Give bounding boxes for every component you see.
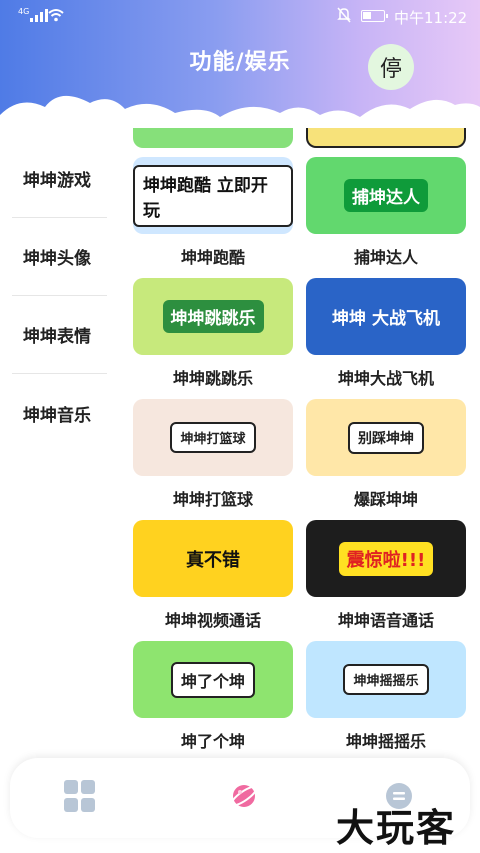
card-caption: 坤坤打篮球 [172, 490, 253, 509]
status-bar: 4G 中午11:22 [0, 0, 480, 32]
mute-bell-icon [337, 7, 351, 27]
network-label: 4G [18, 7, 30, 16]
card-caption: 坤坤跑酷 [180, 248, 245, 267]
thumb-text: 坤坤打篮球 [170, 422, 256, 453]
feature-card[interactable]: 别踩坤坤 爆踩坤坤 [306, 399, 466, 520]
feature-card[interactable]: 坤坤跑酷 立即开玩 坤坤跑酷 [133, 157, 293, 278]
card-thumbnail: 真不错 [133, 520, 293, 597]
thumb-text: 捕坤达人 [344, 179, 428, 212]
thumb-text: 坤了个坤 [170, 661, 255, 698]
thumb-text: 坤坤跳跳乐 [162, 300, 264, 333]
header: 4G 中午11:22 功能/娱乐 停 [0, 0, 480, 135]
thumb-text: 坤坤 大战飞机 [332, 309, 440, 329]
card-thumbnail: 捕坤达人 [306, 157, 466, 234]
category-sidebar: 坤坤游戏 坤坤头像 坤坤表情 坤坤音乐 [12, 140, 107, 452]
grid-icon[interactable] [63, 780, 95, 812]
card-caption: 坤坤跳跳乐 [172, 369, 253, 388]
card-caption: 坤坤大战飞机 [337, 369, 434, 388]
feature-card[interactable]: 坤坤跳跳乐 坤坤跳跳乐 [133, 278, 293, 399]
card-thumbnail: 坤坤 大战飞机 [306, 278, 466, 355]
cloud-decoration [0, 95, 480, 135]
card-thumbnail: 震惊啦!!! [306, 520, 466, 597]
card-caption: 坤坤摇摇乐 [345, 732, 426, 751]
feature-card[interactable]: 坤坤摇摇乐 坤坤摇摇乐 [306, 641, 466, 762]
thumb-text: 真不错 [186, 549, 240, 571]
card-thumbnail: 坤坤打篮球 [133, 399, 293, 476]
feature-card[interactable]: 坤坤 大战飞机 坤坤大战飞机 [306, 278, 466, 399]
feature-card[interactable]: 震惊啦!!! 坤坤语音通话 [306, 520, 466, 641]
partial-card [133, 128, 293, 148]
feature-grid: 坤坤跑酷 立即开玩 坤坤跑酷 捕坤达人 捕坤达人 坤坤跳跳乐 坤坤跳跳乐 坤坤 … [133, 157, 468, 762]
signal-icon [30, 9, 48, 22]
thumb-text: 坤坤跑酷 立即开玩 [133, 164, 293, 227]
sidebar-item-avatars[interactable]: 坤坤头像 [12, 218, 107, 296]
card-thumbnail: 坤坤摇摇乐 [306, 641, 466, 718]
sidebar-item-music[interactable]: 坤坤音乐 [12, 374, 107, 452]
planet-icon[interactable] [228, 780, 260, 812]
card-caption: 捕坤达人 [353, 248, 418, 267]
feature-card[interactable]: 坤了个坤 坤了个坤 [133, 641, 293, 762]
thumb-text: 震惊啦!!! [338, 541, 434, 576]
card-caption: 坤坤视频通话 [164, 611, 261, 630]
partial-card [306, 128, 466, 148]
battery-icon [361, 10, 388, 22]
card-caption: 坤了个坤 [180, 732, 245, 751]
card-caption: 爆踩坤坤 [353, 490, 418, 509]
card-thumbnail: 坤坤跑酷 立即开玩 [133, 157, 293, 234]
card-thumbnail: 坤了个坤 [133, 641, 293, 718]
feature-card[interactable]: 真不错 坤坤视频通话 [133, 520, 293, 641]
clock: 中午11:22 [394, 9, 468, 27]
sidebar-item-games[interactable]: 坤坤游戏 [12, 140, 107, 218]
feature-card[interactable]: 捕坤达人 捕坤达人 [306, 157, 466, 278]
card-thumbnail: 坤坤跳跳乐 [133, 278, 293, 355]
thumb-text: 坤坤摇摇乐 [343, 664, 429, 695]
sidebar-item-stickers[interactable]: 坤坤表情 [12, 296, 107, 374]
card-caption: 坤坤语音通话 [337, 611, 434, 630]
watermark: 大玩客 [336, 806, 457, 850]
wifi-icon [48, 8, 64, 26]
feature-card[interactable]: 坤坤打篮球 坤坤打篮球 [133, 399, 293, 520]
card-thumbnail: 别踩坤坤 [306, 399, 466, 476]
thumb-text: 别踩坤坤 [348, 421, 424, 454]
